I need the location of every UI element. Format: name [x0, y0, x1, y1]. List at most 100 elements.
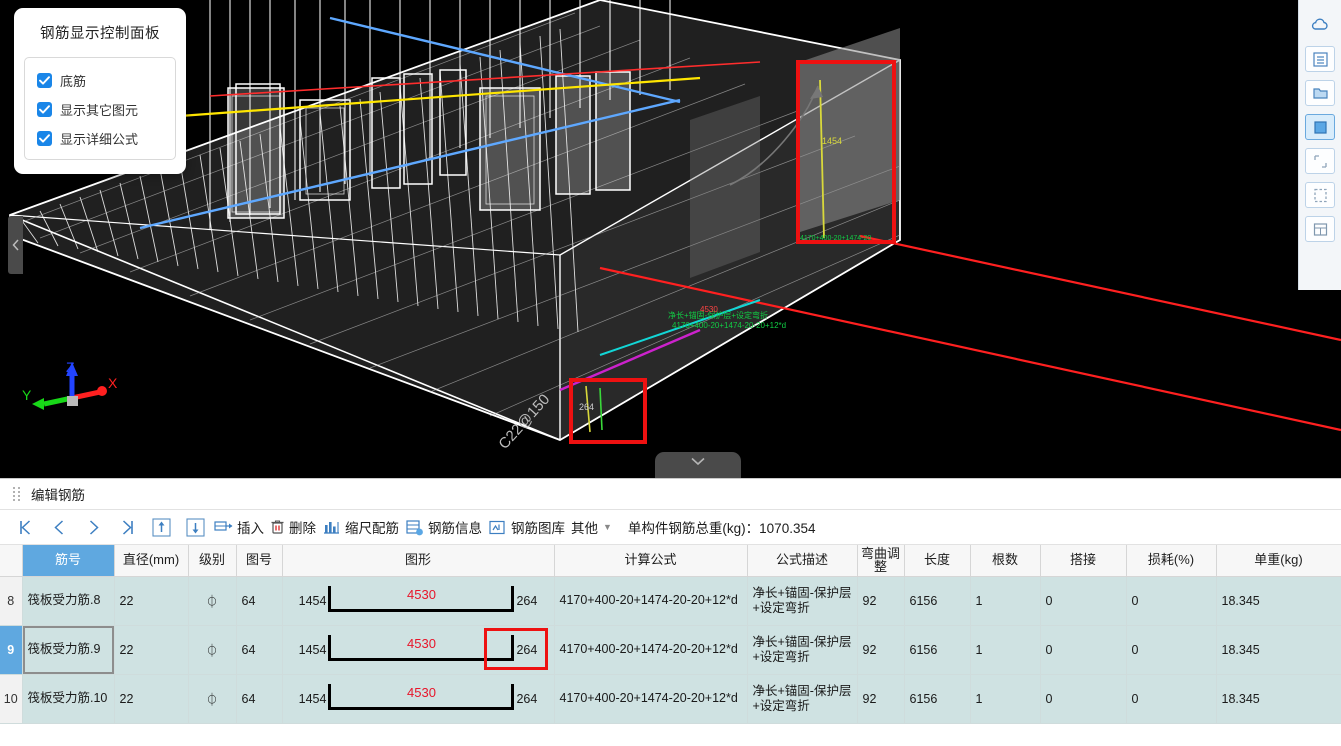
cell-level[interactable]: ⏀: [187, 624, 237, 675]
rebar-table: 筋号 直径(mm) 级别 图号 图形 计算公式 公式描述 弯曲调整 长度 根数 …: [0, 545, 1341, 724]
cell-description[interactable]: 净长+锚固-保护层+设定弯折: [746, 673, 858, 724]
cell-unit-weight[interactable]: 18.345: [1215, 673, 1341, 724]
cell-loss[interactable]: 0: [1125, 575, 1217, 626]
highlight-icon-button[interactable]: [1305, 114, 1335, 140]
checkbox-row-bottom-rebar[interactable]: 底筋: [37, 71, 165, 90]
col-header-formula[interactable]: 计算公式: [553, 545, 748, 577]
next-record-button[interactable]: [76, 513, 110, 541]
col-header-length[interactable]: 长度: [903, 545, 971, 577]
cell-formula[interactable]: 4170+400-20+1474-20-20+12*d: [553, 624, 748, 675]
cell-loss[interactable]: 0: [1125, 673, 1217, 724]
other-menu-button[interactable]: 其他 ▼: [569, 513, 616, 541]
cell-lap[interactable]: 0: [1039, 624, 1127, 675]
table-icon-button[interactable]: [1305, 216, 1335, 242]
cell-diameter[interactable]: 22: [113, 624, 189, 675]
col-header-count[interactable]: 根数: [969, 545, 1041, 577]
col-header-shape[interactable]: 图形: [281, 545, 555, 577]
3d-viewport[interactable]: 1454 264 净长+锚固-保护层+设定弯折 4170+400-20+1474…: [0, 0, 1341, 478]
cell-level[interactable]: ⏀: [187, 575, 237, 626]
cell-diameter[interactable]: 22: [113, 673, 189, 724]
3d-model-canvas[interactable]: 1454 264 净长+锚固-保护层+设定弯折 4170+400-20+1474…: [0, 0, 1341, 478]
cell-description[interactable]: 净长+锚固-保护层+设定弯折: [746, 624, 858, 675]
cell-diameter[interactable]: 22: [113, 575, 189, 626]
checkbox-bottom-rebar[interactable]: [37, 73, 52, 88]
cloud-icon-button[interactable]: [1305, 12, 1335, 38]
panel-header[interactable]: 编辑钢筋: [0, 479, 1341, 510]
list-icon-button[interactable]: [1305, 46, 1335, 72]
cell-rebar-name[interactable]: 筏板受力筋.10: [21, 673, 115, 724]
cell-picno[interactable]: 64: [235, 575, 283, 626]
insert-button[interactable]: 插入: [212, 513, 268, 541]
cell-shape[interactable]: 1454 4530 264: [281, 624, 555, 675]
row-number: 8: [0, 575, 23, 626]
table-row[interactable]: 8 筏板受力筋.8 22 ⏀ 64 1454 4530 264 4170+400…: [0, 575, 1341, 626]
cell-lap[interactable]: 0: [1039, 575, 1127, 626]
viewport-bottom-collapse-tab[interactable]: [655, 452, 741, 478]
cell-shape[interactable]: 1454 4530 264: [281, 673, 555, 724]
cell-level[interactable]: ⏀: [187, 673, 237, 724]
cell-unit-weight[interactable]: 18.345: [1215, 624, 1341, 675]
prev-record-button[interactable]: [42, 513, 76, 541]
col-header-lap[interactable]: 搭接: [1039, 545, 1127, 577]
cell-picno[interactable]: 64: [235, 624, 283, 675]
cell-count[interactable]: 1: [969, 673, 1041, 724]
col-header-unit-weight[interactable]: 单重(kg): [1215, 545, 1341, 577]
row-number: 9: [0, 624, 23, 675]
scale-rebar-button[interactable]: 缩尺配筋: [320, 513, 403, 541]
cell-formula[interactable]: 4170+400-20+1474-20-20+12*d: [553, 673, 748, 724]
viewport-right-toolbar[interactable]: [1298, 0, 1341, 290]
move-down-button[interactable]: [178, 513, 212, 541]
checkbox-row-show-detailed-formula[interactable]: 显示详细公式: [37, 129, 165, 148]
insert-button-label: 插入: [237, 521, 264, 536]
folder-icon-button[interactable]: [1305, 80, 1335, 106]
shape-left-dim: 1454: [298, 642, 327, 657]
cell-length[interactable]: 6156: [903, 575, 971, 626]
list-icon: [1312, 51, 1328, 67]
cell-picno[interactable]: 64: [235, 673, 283, 724]
rebar-library-button[interactable]: 钢筋图库: [486, 513, 569, 541]
col-header-name[interactable]: 筋号: [21, 545, 115, 577]
cell-loss[interactable]: 0: [1125, 624, 1217, 675]
cell-description[interactable]: 净长+锚固-保护层+设定弯折: [746, 575, 858, 626]
cell-length[interactable]: 6156: [903, 624, 971, 675]
rebar-info-button[interactable]: 钢筋信息: [403, 513, 486, 541]
col-header-bend-adjust[interactable]: 弯曲调整: [856, 545, 905, 577]
cell-lap[interactable]: 0: [1039, 673, 1127, 724]
move-up-icon: [151, 517, 171, 537]
rebar-table-container[interactable]: 筋号 直径(mm) 级别 图号 图形 计算公式 公式描述 弯曲调整 长度 根数 …: [0, 545, 1341, 745]
first-record-button[interactable]: [8, 513, 42, 541]
cell-rebar-name[interactable]: 筏板受力筋.8: [21, 575, 115, 626]
last-record-button[interactable]: [110, 513, 144, 541]
cell-shape[interactable]: 1454 4530 264: [281, 575, 555, 626]
cell-length[interactable]: 6156: [903, 673, 971, 724]
col-header-level[interactable]: 级别: [187, 545, 237, 577]
checkbox-row-show-other-elements[interactable]: 显示其它图元: [37, 100, 165, 119]
viewport-annotation-1: 净长+锚固-保护层+设定弯折: [668, 310, 768, 320]
col-header-diameter[interactable]: 直径(mm): [113, 545, 189, 577]
cell-rebar-name[interactable]: 筏板受力筋.9: [21, 624, 115, 675]
checkbox-show-detailed-formula[interactable]: [37, 131, 52, 146]
col-header-picno[interactable]: 图号: [235, 545, 283, 577]
viewport-left-collapse-handle[interactable]: [8, 216, 23, 274]
cell-count[interactable]: 1: [969, 624, 1041, 675]
delete-button[interactable]: 删除: [268, 513, 320, 541]
col-header-description[interactable]: 公式描述: [746, 545, 858, 577]
cell-formula[interactable]: 4170+400-20+1474-20-20+12*d: [553, 575, 748, 626]
cell-bend-adjust[interactable]: 92: [856, 575, 905, 626]
crop-icon-button[interactable]: [1305, 148, 1335, 174]
cell-bend-adjust[interactable]: 92: [856, 624, 905, 675]
edit-rebar-panel: 编辑钢筋 插入 删除 缩尺配筋 钢筋信息 钢筋图库 其他 ▼ 单构件钢筋总重(k…: [0, 478, 1341, 746]
svg-text:Z: Z: [66, 359, 75, 375]
move-down-icon: [185, 517, 205, 537]
checkbox-show-other-elements[interactable]: [37, 102, 52, 117]
table-row[interactable]: 9 筏板受力筋.9 22 ⏀ 64 1454 4530 264 4170+400…: [0, 624, 1341, 675]
move-up-button[interactable]: [144, 513, 178, 541]
cell-unit-weight[interactable]: 18.345: [1215, 575, 1341, 626]
col-header-loss[interactable]: 损耗(%): [1125, 545, 1217, 577]
dashed-box-icon-button[interactable]: [1305, 182, 1335, 208]
rebar-info-icon: [405, 519, 424, 536]
drag-dots-icon[interactable]: [12, 486, 22, 502]
table-row[interactable]: 10 筏板受力筋.10 22 ⏀ 64 1454 4530 264 4170+4…: [0, 673, 1341, 724]
cell-bend-adjust[interactable]: 92: [856, 673, 905, 724]
cell-count[interactable]: 1: [969, 575, 1041, 626]
